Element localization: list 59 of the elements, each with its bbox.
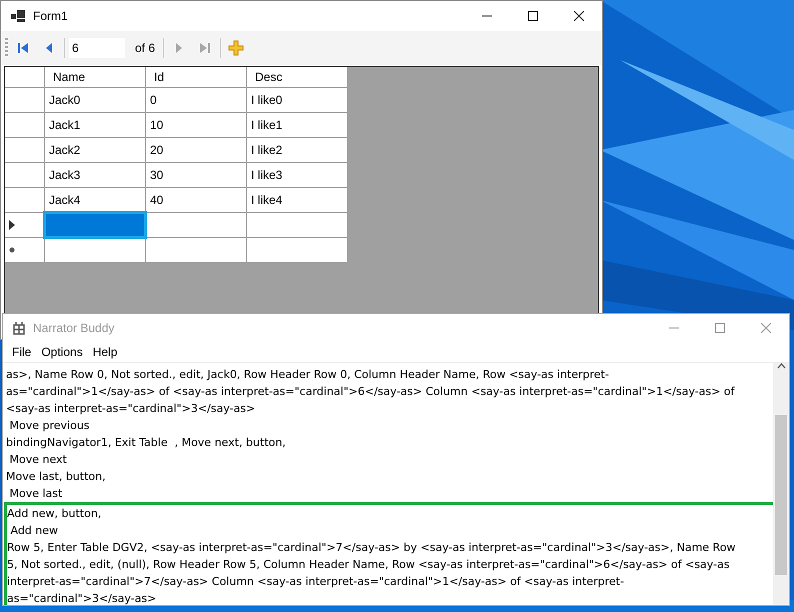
log-line: as>, Name Row 0, Not sorted., edit, Jack0, Row Header Row 0, Column Header Name, Row <say-as interpret- (6, 367, 610, 383)
current-row-icon (9, 220, 15, 230)
log-line: as="cardinal">1</say-as> of <say-as interpret-as="cardinal">6</say-as> Column <say-as interpret-as="cardinal">1</say-as> of (6, 384, 736, 400)
table-cell[interactable]: Jack1 (45, 113, 145, 137)
log-line: 5, Not sorted., edit, (null), Row Header Row 5, Column Header Name, Row <say-as interpret-as="cardinal">6</say-as> of <say-as (7, 557, 731, 573)
new-row-icon (9, 247, 15, 253)
table-cell[interactable]: 40 (146, 188, 246, 212)
table-cell[interactable]: Jack3 (45, 163, 145, 187)
position-field[interactable]: 6 (69, 38, 125, 58)
column-header[interactable]: Id (146, 67, 246, 87)
log-line: Add new (9, 523, 60, 539)
table-cell[interactable]: I like1 (247, 113, 347, 137)
table-cell[interactable]: Jack2 (45, 138, 145, 162)
scroll-up-icon (776, 363, 786, 369)
log-line: <say-as interpret-as="cardinal">3</say-as> (6, 401, 256, 417)
table-cell[interactable]: Jack0 (45, 88, 145, 112)
plus-icon (228, 40, 244, 56)
table-cell[interactable] (45, 238, 145, 262)
app-icon (13, 322, 25, 334)
log-line: Row 5, Enter Table DGV2, <say-as interpret-as="cardinal">7</say-as> by <say-as interpret-as="cardinal">3</say-as>, Name Row (7, 540, 737, 556)
table-cell[interactable] (146, 213, 246, 237)
close-icon (574, 11, 584, 21)
log-line: bindingNavigator1, Exit Table , Move next, button, (6, 435, 287, 451)
corner-header-cell (5, 67, 44, 87)
table-cell[interactable]: I like2 (247, 138, 347, 162)
maximize-icon (528, 11, 538, 21)
first-record-icon (15, 40, 31, 56)
table-cell[interactable]: 0 (146, 88, 246, 112)
app-icon (11, 10, 25, 22)
column-header[interactable]: Name (45, 67, 145, 87)
column-header[interactable]: Desc (247, 67, 347, 87)
table-cell[interactable]: I like0 (247, 88, 347, 112)
close-icon (761, 323, 771, 333)
table-cell[interactable] (247, 213, 347, 237)
table-cell[interactable]: I like4 (247, 188, 347, 212)
table-cell[interactable]: Jack4 (45, 188, 145, 212)
menu-item[interactable]: Help (88, 345, 122, 359)
table-cell[interactable] (45, 213, 145, 237)
table-cell[interactable] (146, 238, 246, 262)
row-header[interactable] (5, 213, 44, 237)
table-cell[interactable]: 20 (146, 138, 246, 162)
record-count: of 6 (134, 41, 156, 55)
log-line: interpret-as="cardinal">7</say-as> Column <say-as interpret-as="cardinal">1</say-as> of <say-as interpret- (7, 574, 626, 590)
log-line: Move next (8, 452, 68, 468)
log-line: as="cardinal">3</say-as> (7, 591, 158, 605)
log-line: Add new, button, (7, 506, 102, 522)
menu-item[interactable]: Options (36, 345, 88, 359)
log-line: Move previous (8, 418, 91, 434)
table-cell[interactable]: 10 (146, 113, 246, 137)
table-cell[interactable]: 30 (146, 163, 246, 187)
table-cell[interactable] (247, 238, 347, 262)
maximize-icon (715, 323, 725, 333)
table-cell[interactable]: I like3 (247, 163, 347, 187)
menu-item[interactable]: File (7, 345, 36, 359)
scrollbar[interactable] (773, 363, 789, 605)
log-line: Move last (8, 486, 64, 502)
window-title: Narrator Buddy (33, 321, 114, 335)
window-title: Form1 (33, 9, 68, 23)
log-line: Move last, button, (6, 469, 107, 485)
